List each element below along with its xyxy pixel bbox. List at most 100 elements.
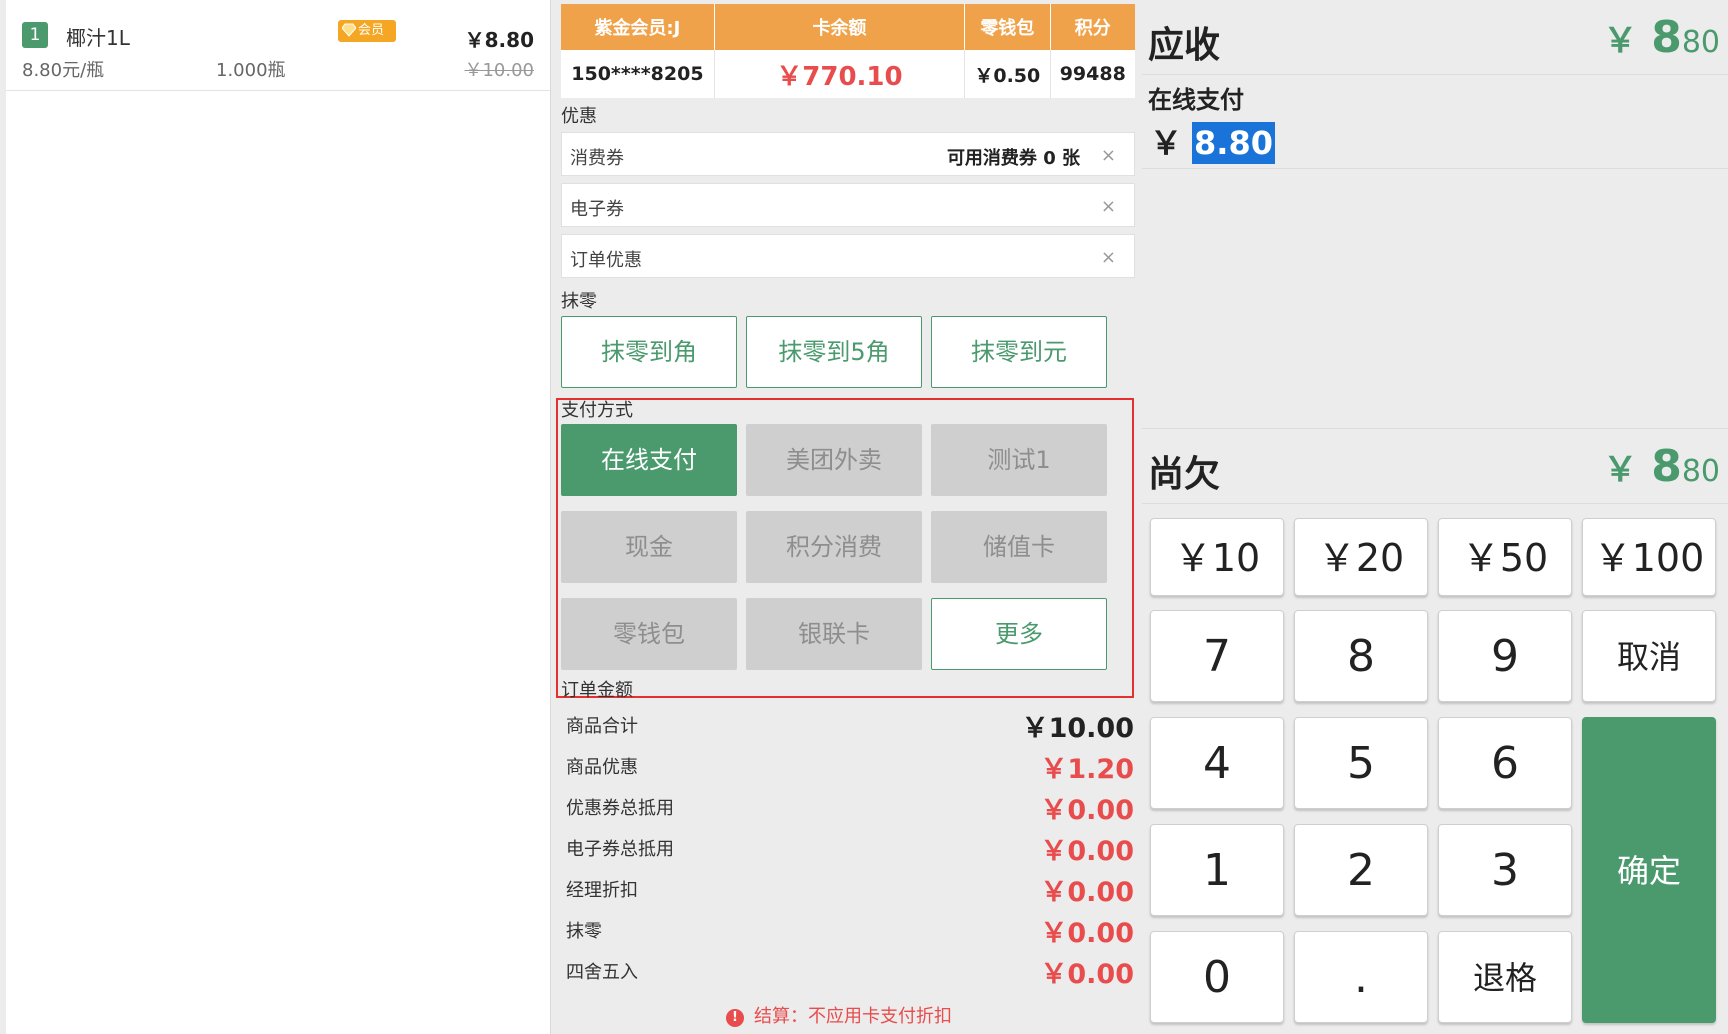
- payment-summary-panel: 应收 ￥ 880 在线支付 ￥ 8.80 尚欠 ￥ 880 ￥10 ￥20 ￥50 ￥…: [1142, 0, 1728, 1034]
- digit-5-key[interactable]: 5: [1294, 717, 1428, 809]
- digit-7-key[interactable]: 7: [1150, 610, 1284, 702]
- pay-cash-button[interactable]: 现金: [561, 511, 737, 583]
- list-item[interactable]: 1 椰汁1L 会员 ￥8.80 8.80元/瓶 1.000瓶 ￥10.00: [6, 0, 550, 91]
- currency-symbol: ￥: [1603, 450, 1638, 490]
- digit-8-key[interactable]: 8: [1294, 610, 1428, 702]
- summary-value: ￥0.00: [1040, 795, 1134, 826]
- confirm-key[interactable]: 确定: [1582, 717, 1716, 1023]
- item-index-badge: 1: [22, 22, 48, 48]
- coupon-field[interactable]: 消费券 可用消费券 0 张 ×: [561, 132, 1135, 176]
- receivable-title: 应收: [1148, 25, 1221, 66]
- summary-value: ￥0.00: [1040, 918, 1134, 949]
- pay-wallet-button[interactable]: 零钱包: [561, 598, 737, 670]
- payment-section-label: 支付方式: [561, 400, 633, 421]
- summary-label: 商品优惠: [566, 757, 638, 778]
- quick-amount-10-key[interactable]: ￥10: [1150, 518, 1284, 596]
- pay-more-button[interactable]: 更多: [931, 598, 1107, 670]
- summary-label: 优惠券总抵用: [566, 798, 674, 819]
- quick-amount-100-key[interactable]: ￥100: [1582, 518, 1716, 596]
- e-coupon-field[interactable]: 电子券 ×: [561, 183, 1135, 227]
- quick-amount-20-key[interactable]: ￥20: [1294, 518, 1428, 596]
- quick-amount-50-key[interactable]: ￥50: [1438, 518, 1572, 596]
- divider: [1142, 168, 1728, 169]
- digit-0-key[interactable]: 0: [1150, 931, 1284, 1023]
- member-balance: ￥770.10: [714, 50, 966, 98]
- owed-title: 尚欠: [1148, 454, 1221, 495]
- summary-row: 优惠券总抵用 ￥0.00: [566, 788, 1134, 826]
- alert-icon: !: [726, 1009, 744, 1027]
- digit-6-key[interactable]: 6: [1438, 717, 1572, 809]
- pay-stored-card-button[interactable]: 储值卡: [931, 511, 1107, 583]
- digit-4-key[interactable]: 4: [1150, 717, 1284, 809]
- backspace-key[interactable]: 退格: [1438, 931, 1572, 1023]
- digit-1-key[interactable]: 1: [1150, 824, 1284, 916]
- coupon-available-count: 可用消费券 0 张: [946, 148, 1080, 169]
- summary-value: ￥0.00: [1040, 877, 1134, 908]
- close-icon[interactable]: ×: [1101, 247, 1116, 268]
- digit-2-key[interactable]: 2: [1294, 824, 1428, 916]
- item-unit-price: 8.80元/瓶: [22, 60, 105, 81]
- summary-row: 四舍五入 ￥0.00: [566, 952, 1134, 990]
- currency-symbol: ￥: [1150, 124, 1183, 162]
- receivable-row: 应收 ￥ 880: [1142, 0, 1728, 75]
- pay-unionpay-button[interactable]: 银联卡: [746, 598, 922, 670]
- receivable-integer: 8: [1651, 12, 1682, 63]
- summary-label: 电子券总抵用: [566, 839, 674, 860]
- summary-value: ￥10.00: [1021, 713, 1134, 744]
- discount-section-label: 优惠: [561, 106, 597, 127]
- round-to-jiao-button[interactable]: 抹零到角: [561, 316, 737, 388]
- summary-row: 经理折扣 ￥0.00: [566, 870, 1134, 908]
- summary-label: 商品合计: [566, 716, 638, 737]
- item-quantity: 1.000瓶: [216, 60, 286, 81]
- online-pay-amount-input[interactable]: 8.80: [1192, 122, 1275, 164]
- online-pay-amount-field[interactable]: ￥ 8.80: [1150, 118, 1275, 164]
- member-badge-label: 会员: [358, 23, 385, 38]
- member-phone: 150****8205: [561, 50, 715, 98]
- summary-value: ￥0.00: [1040, 836, 1134, 867]
- pay-meituan-button[interactable]: 美团外卖: [746, 424, 922, 496]
- round-to-5jiao-button[interactable]: 抹零到5角: [746, 316, 922, 388]
- member-header-balance: 卡余额: [714, 4, 966, 50]
- pay-test1-button[interactable]: 测试1: [931, 424, 1107, 496]
- digit-9-key[interactable]: 9: [1438, 610, 1572, 702]
- receivable-amount: ￥ 880: [1603, 12, 1720, 63]
- member-header-points: 积分: [1050, 4, 1135, 50]
- summary-label: 抹零: [566, 921, 602, 942]
- coupon-label: 消费券: [570, 148, 624, 169]
- close-icon[interactable]: ×: [1101, 145, 1116, 166]
- pay-online-button[interactable]: 在线支付: [561, 424, 737, 496]
- close-icon[interactable]: ×: [1101, 196, 1116, 217]
- e-coupon-label: 电子券: [570, 199, 624, 220]
- order-discount-field[interactable]: 订单优惠 ×: [561, 234, 1135, 278]
- owed-decimal: 80: [1681, 454, 1720, 489]
- member-wallet: ￥0.50: [964, 50, 1051, 98]
- pay-points-button[interactable]: 积分消费: [746, 511, 922, 583]
- online-pay-label: 在线支付: [1148, 86, 1244, 114]
- summary-row: 商品优惠 ￥1.20: [566, 747, 1134, 785]
- owed-row: 尚欠 ￥ 880: [1142, 428, 1728, 504]
- member-info-table: 紫金会员:J 卡余额 零钱包 积分 150****8205 ￥770.10 ￥0…: [561, 4, 1135, 98]
- settle-note: ! 结算：不应用卡支付折扣: [726, 1002, 952, 1028]
- round-to-yuan-button[interactable]: 抹零到元: [931, 316, 1107, 388]
- summary-row: 商品合计 ￥10.00: [566, 706, 1134, 744]
- item-price: ￥8.80: [464, 28, 534, 52]
- decimal-point-key[interactable]: .: [1294, 931, 1428, 1023]
- owed-amount: ￥ 880: [1603, 441, 1720, 492]
- summary-value: ￥1.20: [1040, 754, 1134, 785]
- item-original-price: ￥10.00: [464, 60, 534, 81]
- digit-3-key[interactable]: 3: [1438, 824, 1572, 916]
- checkout-panel: 紫金会员:J 卡余额 零钱包 积分 150****8205 ￥770.10 ￥0…: [556, 0, 1136, 1034]
- order-discount-label: 订单优惠: [570, 250, 642, 271]
- summary-label: 四舍五入: [566, 962, 638, 983]
- settle-note-text: 结算：不应用卡支付折扣: [754, 1006, 952, 1027]
- owed-integer: 8: [1651, 441, 1682, 492]
- diamond-icon: [342, 23, 356, 37]
- rounding-section-label: 抹零: [561, 291, 597, 312]
- summary-row: 电子券总抵用 ￥0.00: [566, 829, 1134, 867]
- item-name: 椰汁1L: [66, 26, 130, 50]
- receivable-decimal: 80: [1681, 25, 1720, 60]
- summary-label: 经理折扣: [566, 880, 638, 901]
- cancel-key[interactable]: 取消: [1582, 610, 1716, 702]
- member-price-badge: 会员: [338, 20, 396, 42]
- member-header-name: 紫金会员:J: [561, 4, 715, 50]
